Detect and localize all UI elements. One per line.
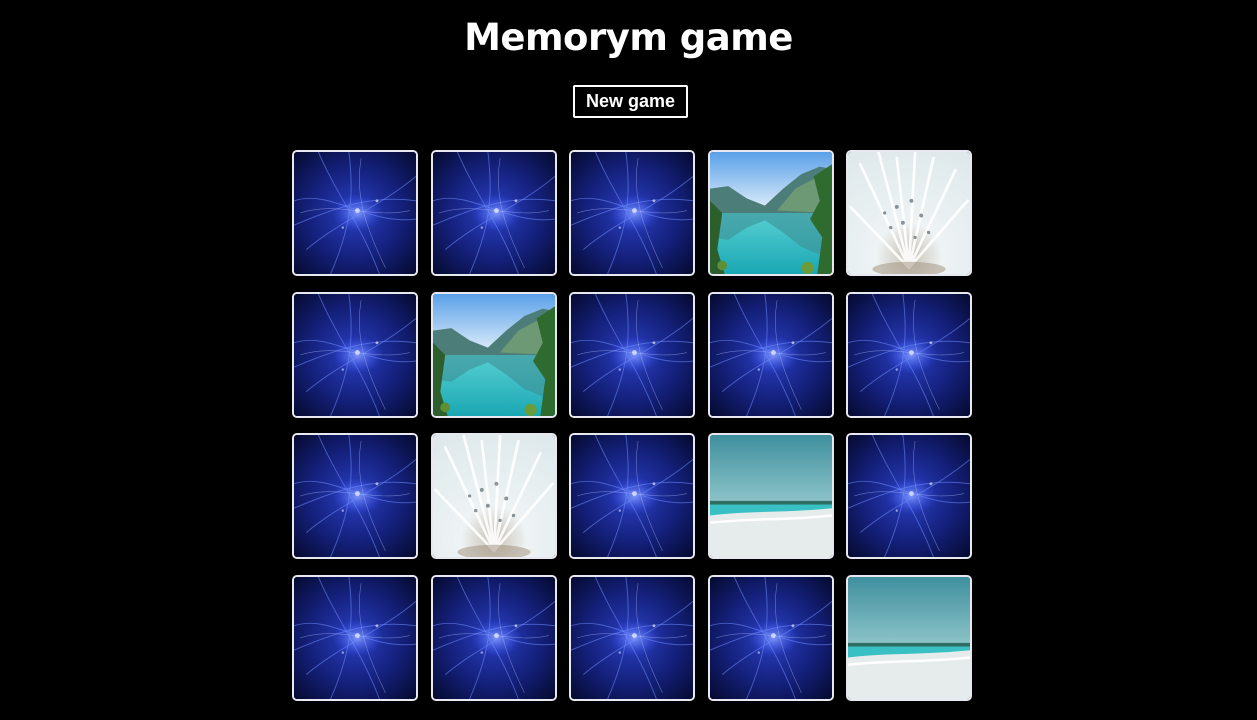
new-game-button[interactable]: New game <box>573 85 688 118</box>
card-face-down[interactable] <box>569 291 695 418</box>
card-mountain-lake[interactable] <box>430 291 557 418</box>
card-face-down[interactable] <box>569 150 695 276</box>
card-mountain-lake[interactable] <box>707 150 834 276</box>
card-tropical-beach[interactable] <box>707 433 834 559</box>
card-tropical-beach[interactable] <box>846 574 972 701</box>
card-face-down[interactable] <box>846 291 972 418</box>
card-white-dandelion[interactable] <box>846 150 972 276</box>
game-board <box>292 150 972 701</box>
card-face-down[interactable] <box>569 433 695 559</box>
card-face-down[interactable] <box>292 433 418 559</box>
card-face-down[interactable] <box>707 291 834 418</box>
page-title: Memorym game <box>464 16 793 59</box>
card-face-down[interactable] <box>292 291 418 418</box>
card-face-down[interactable] <box>292 574 418 701</box>
card-face-down[interactable] <box>292 150 418 276</box>
card-face-down[interactable] <box>430 574 557 701</box>
card-face-down[interactable] <box>430 150 557 276</box>
card-face-down[interactable] <box>846 433 972 559</box>
card-face-down[interactable] <box>707 574 834 701</box>
card-face-down[interactable] <box>569 574 695 701</box>
card-white-dandelion[interactable] <box>430 433 557 559</box>
